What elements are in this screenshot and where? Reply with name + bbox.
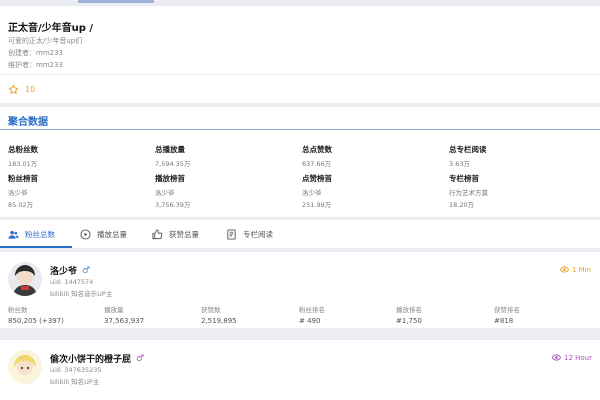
tab-likes[interactable]: 获赞总量 xyxy=(152,220,199,248)
star-count: 10 xyxy=(25,84,36,94)
user-card[interactable]: 洛少爷 ♂ uid: 1447574 bilibili 知名音乐UP主 1 Mi… xyxy=(0,252,600,328)
creator-label: 创建者：mm233 xyxy=(8,49,63,57)
update-time: 1 Min xyxy=(560,265,591,274)
top-fans: 粉丝榜首 洛少爷 85.02万 xyxy=(8,174,38,209)
user-description: bilibili 知名音乐UP主 xyxy=(50,290,113,298)
avatar[interactable] xyxy=(8,262,42,296)
list-subtitle: 可爱的正太/少年音up们 xyxy=(8,37,83,45)
tab-plays[interactable]: 播放总量 xyxy=(80,220,127,248)
thumbs-up-icon xyxy=(152,228,163,239)
stat-total-column-reads: 总专栏阅读 3.63万 xyxy=(449,145,487,168)
list-title: 正太音/少年音up / xyxy=(8,23,94,34)
top-plays: 播放榜首 洛少爷 3,756.39万 xyxy=(155,174,191,209)
stat-total-likes: 总点赞数 637.66万 xyxy=(302,145,332,168)
update-time: 12 Hour xyxy=(552,353,592,362)
user-stat-likes: 获赞数 2,519,895 xyxy=(201,306,237,325)
tab-fans[interactable]: 粉丝总数 xyxy=(8,220,55,248)
user-stat-fans: 粉丝数 850,205 (+397) xyxy=(8,306,64,325)
stat-total-fans: 总粉丝数 183.01万 xyxy=(8,145,38,168)
user-description: bilibili 知名UP主 xyxy=(50,378,100,386)
aggregate-underline xyxy=(0,129,600,130)
user-stat-plays-rank: 播放排名 #1,750 xyxy=(396,306,422,325)
top-column: 专栏榜首 行为艺术方莫 18.20万 xyxy=(449,174,488,209)
stat-total-plays: 总播放量 7,594.35万 xyxy=(155,145,191,168)
male-icon: ♂ xyxy=(136,353,145,364)
eye-icon xyxy=(560,266,569,273)
aggregate-card: 聚合数据 总粉丝数 183.01万 总播放量 7,594.35万 总点赞数 637.6… xyxy=(0,107,600,217)
active-tab-indicator xyxy=(0,246,72,248)
divider xyxy=(0,74,600,75)
star-button[interactable]: 10 xyxy=(8,83,35,95)
aggregate-title: 聚合数据 xyxy=(8,117,48,128)
male-icon: ♂ xyxy=(82,265,91,276)
tab-column-reads[interactable]: 专栏阅读 xyxy=(226,220,273,248)
top-likes: 点赞榜首 洛少爷 251.99万 xyxy=(302,174,332,209)
user-name[interactable]: 洛少爷 ♂ xyxy=(50,264,91,278)
top-tab-indicator xyxy=(78,0,154,3)
user-card[interactable]: 偷次小饼干的橙子屁 ♂ uid: 347635235 bilibili 知名UP… xyxy=(0,340,600,400)
user-stat-likes-rank: 获赞排名 #818 xyxy=(494,306,520,325)
list-header-card: 正太音/少年音up / 可爱的正太/少年音up们 创建者：mm233 维护者：m… xyxy=(0,6,600,103)
eye-icon xyxy=(552,354,561,361)
user-uid: uid: 347635235 xyxy=(50,366,102,374)
maintainer-label: 维护者：mm233 xyxy=(8,61,63,69)
star-icon xyxy=(8,84,19,94)
play-icon xyxy=(80,228,91,240)
user-stat-fans-rank: 粉丝排名 # 490 xyxy=(299,306,325,325)
avatar[interactable] xyxy=(8,350,42,384)
users-icon xyxy=(8,230,19,239)
sort-tabs: 粉丝总数 播放总量 获赞总量 专栏阅读 xyxy=(0,220,600,248)
article-icon xyxy=(227,228,236,240)
user-stat-plays: 播放量 37,563,937 xyxy=(104,306,145,325)
user-uid: uid: 1447574 xyxy=(50,278,94,286)
user-name[interactable]: 偷次小饼干的橙子屁 ♂ xyxy=(50,352,145,366)
